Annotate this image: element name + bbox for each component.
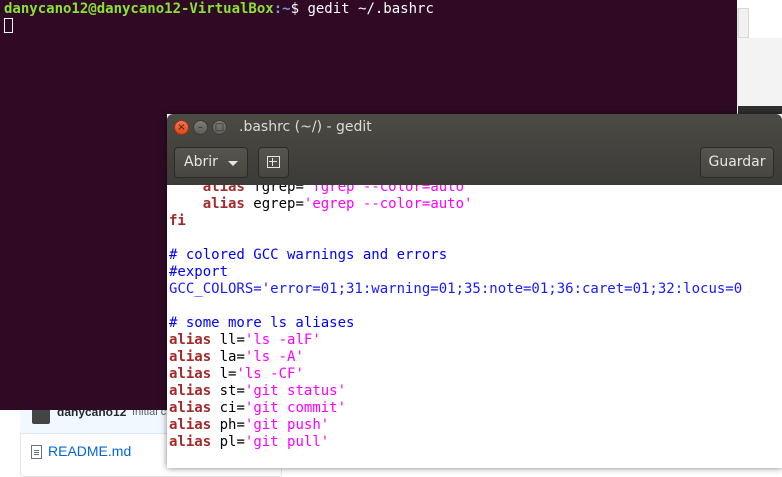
- code-line: fi: [169, 213, 186, 230]
- file-icon: [31, 445, 42, 459]
- string-value: 'egrep --color=auto': [303, 196, 473, 212]
- string-value: 'git status': [244, 383, 347, 399]
- open-button-label: Abrir: [184, 154, 218, 170]
- open-button[interactable]: Abrir: [174, 147, 248, 178]
- equals: =: [295, 196, 304, 212]
- equals: =: [236, 400, 245, 416]
- string-value: 'ls -alF': [244, 332, 321, 348]
- caret-down-icon: [228, 161, 238, 166]
- code-line: alias ci='git commit': [169, 400, 346, 417]
- keyword: alias: [169, 417, 212, 433]
- alias-name: fgrep: [244, 185, 296, 195]
- string-value: 'git commit': [244, 400, 347, 416]
- code-line: alias pl='git pull': [169, 434, 329, 451]
- code-line: alias st='git status': [169, 383, 346, 400]
- string-value: 'git pull': [244, 434, 330, 450]
- comment: # some more ls aliases: [169, 315, 355, 331]
- terminal-user-host: danycano12@danycano12-VirtualBox: [4, 1, 274, 17]
- alias-name: st: [211, 383, 237, 399]
- save-button[interactable]: Guardar: [700, 147, 774, 178]
- keyword: alias: [169, 332, 212, 348]
- code-line: alias ll='ls -alF': [169, 332, 321, 349]
- equals: =: [236, 332, 245, 348]
- alias-name: ci: [211, 400, 237, 416]
- maximize-icon[interactable]: □: [212, 120, 227, 135]
- code-line: #export: [169, 264, 228, 281]
- new-document-button[interactable]: [258, 147, 289, 178]
- keyword: fi: [169, 213, 186, 229]
- comment: # colored GCC warnings and errors: [169, 247, 448, 263]
- terminal-prompt-line: danycano12@danycano12-VirtualBox:~$ gedi…: [4, 1, 434, 18]
- minimize-icon[interactable]: –: [193, 120, 208, 135]
- code-line: GCC_COLORS='error=01;31:warning=01;35:no…: [169, 281, 742, 298]
- alias-name: pl: [211, 434, 237, 450]
- code-line: alias egrep='egrep --color=auto': [169, 196, 473, 213]
- string-value: 'git push': [244, 417, 330, 433]
- alias-name: ll: [211, 332, 237, 348]
- code-line: alias l='ls -CF': [169, 366, 304, 383]
- alias-name: egrep: [244, 196, 296, 212]
- code-line: alias la='ls -A': [169, 349, 304, 366]
- code-line: alias fgrep='fgrep --color=auto': [169, 185, 473, 196]
- string-value: 'ls -A': [244, 349, 304, 365]
- keyword: alias: [169, 434, 212, 450]
- close-icon[interactable]: ×: [174, 120, 189, 135]
- equals: =: [295, 185, 304, 195]
- export-line: GCC_COLORS='error=01;31:warning=01;35:no…: [169, 281, 743, 297]
- string-value: 'fgrep --color=auto': [303, 185, 473, 195]
- file-link-readme[interactable]: README.md: [48, 443, 131, 459]
- keyword: alias: [169, 400, 212, 416]
- keyword: alias: [169, 349, 212, 365]
- code-line: # some more ls aliases: [169, 315, 354, 332]
- gedit-window: × – □ .bashrc (~/) - gedit Abrir Guardar…: [167, 114, 782, 468]
- new-document-icon: [267, 156, 280, 168]
- keyword: alias: [202, 196, 245, 212]
- equals: =: [236, 434, 245, 450]
- window-title: .bashrc (~/) - gedit: [239, 119, 372, 135]
- page-banner: [738, 38, 782, 108]
- alias-name: la: [211, 349, 237, 365]
- keyword: alias: [169, 383, 212, 399]
- alias-name: l: [211, 366, 229, 382]
- comment: #export: [169, 264, 229, 280]
- string-value: 'ls -CF': [236, 366, 304, 382]
- terminal-path: :~: [273, 1, 291, 17]
- terminal-prompt-symbol: $: [290, 1, 308, 17]
- terminal-command: gedit ~/.bashrc: [307, 1, 434, 17]
- text-editor[interactable]: alias fgrep='fgrep --color=auto' alias e…: [167, 185, 782, 468]
- titlebar[interactable]: × – □ .bashrc (~/) - gedit Abrir Guardar: [167, 114, 782, 185]
- terminal-cursor: [4, 18, 13, 33]
- equals: =: [236, 417, 245, 433]
- code-line: # colored GCC warnings and errors: [169, 247, 447, 264]
- equals: =: [236, 383, 245, 399]
- alias-name: ph: [211, 417, 237, 433]
- code-line: alias ph='git push': [169, 417, 329, 434]
- scrollbar[interactable]: [738, 8, 749, 38]
- keyword: alias: [169, 366, 212, 382]
- equals: =: [236, 349, 245, 365]
- keyword: alias: [202, 185, 245, 195]
